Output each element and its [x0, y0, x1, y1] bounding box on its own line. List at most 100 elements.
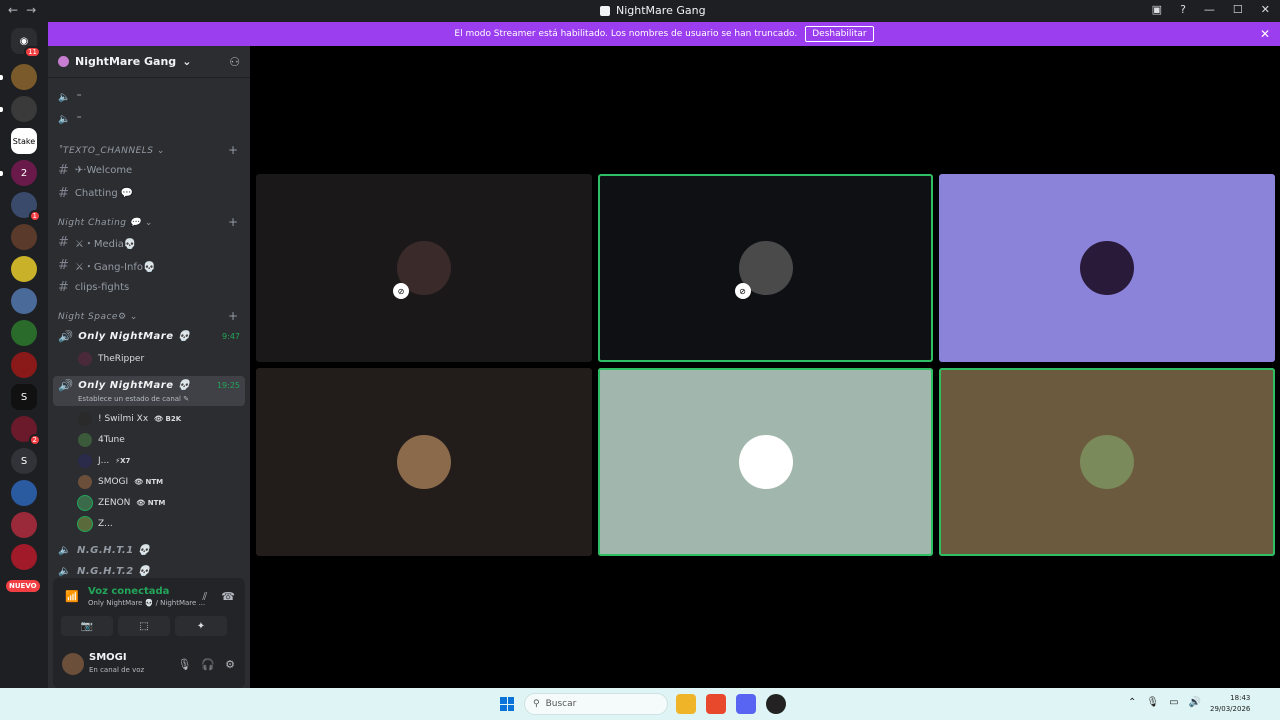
server-icon[interactable]	[11, 352, 37, 378]
chevron-up-icon[interactable]: ⌃	[1128, 697, 1136, 708]
voice-channel[interactable]: 🔈 N.G.H.T.2 💀	[58, 566, 151, 577]
screen-share-button[interactable]: ⬚	[118, 616, 170, 636]
avatar[interactable]	[62, 653, 84, 675]
headphones-icon[interactable]: 🎧	[201, 658, 215, 671]
voice-member[interactable]: 4Tune	[78, 433, 125, 447]
member-tag: ⚡X7	[115, 457, 131, 465]
brave-browser-icon[interactable]	[706, 694, 726, 714]
participant-tile[interactable]: ⊘	[598, 174, 933, 362]
voice-channel[interactable]: 🔊 Only NightMare 💀	[58, 379, 190, 392]
voice-connected-channel[interactable]: Only NightMare 💀 / NightMare ...	[88, 599, 205, 607]
activities-button[interactable]: ✦	[175, 616, 227, 636]
member-tag: 👁 NTM	[136, 499, 166, 507]
guild-header[interactable]: NightMare Gang ⌄ ⚇	[48, 46, 250, 78]
home-badge: 11	[24, 46, 41, 58]
window-controls: ▣ ? — ☐ ✕	[1152, 3, 1270, 16]
disconnect-icon[interactable]: ☎	[221, 590, 235, 604]
server-icon[interactable]: 1	[11, 192, 41, 222]
nav-arrows[interactable]: ←→	[8, 3, 44, 17]
server-icon[interactable]: S	[11, 448, 37, 474]
close-icon[interactable]: ✕	[1261, 3, 1270, 16]
server-icon[interactable]	[11, 288, 37, 314]
channel-label: Only NightMare 💀	[78, 380, 191, 391]
taskbar-clock[interactable]: 18:43 29/03/2026	[1210, 693, 1250, 715]
add-channel-icon[interactable]: +	[228, 309, 238, 323]
text-channel[interactable]: # ⚔・Media💀	[58, 235, 136, 250]
banner-close-icon[interactable]: ✕	[1260, 27, 1270, 41]
noise-suppression-icon[interactable]: ⫽	[202, 590, 207, 604]
hash-icon: #	[58, 163, 69, 178]
speaker-icon: 🔈	[58, 114, 71, 125]
text-channel[interactable]: # ✈·Welcome	[58, 163, 132, 178]
forward-icon[interactable]: →	[26, 3, 44, 17]
taskbar-search[interactable]: ⚲ Buscar	[524, 693, 668, 715]
title-bar: ←→ NightMare Gang ▣ ? — ☐ ✕	[0, 0, 1280, 21]
disable-streamer-button[interactable]: Deshabilitar	[805, 26, 874, 42]
voice-channel[interactable]: 🔈 ⁼	[58, 114, 82, 125]
participant-tile[interactable]	[939, 368, 1275, 556]
minimize-icon[interactable]: —	[1204, 3, 1215, 16]
gear-icon[interactable]: ⚙	[225, 658, 235, 671]
voice-member[interactable]: TheRipper	[78, 352, 144, 366]
server-icon[interactable]	[0, 64, 37, 90]
network-icon[interactable]: ▭	[1169, 697, 1178, 708]
voice-member[interactable]: Z...	[78, 517, 113, 531]
microphone-icon[interactable]: 🎙	[177, 658, 191, 671]
server-icon[interactable]	[11, 320, 37, 346]
server-icon[interactable]	[11, 512, 37, 538]
voice-member[interactable]: ! Swilmi Xx 👁 B2K	[78, 412, 181, 426]
server-icon[interactable]	[11, 256, 37, 282]
voice-member[interactable]: SMOGI 👁 NTM	[78, 475, 163, 489]
voice-member[interactable]: J... ⚡X7	[78, 454, 130, 468]
windows-start-icon[interactable]	[500, 697, 514, 711]
maximize-icon[interactable]: ☐	[1233, 3, 1243, 16]
server-icon[interactable]	[11, 224, 37, 250]
channel-label: N.G.H.T.1 💀	[76, 545, 151, 556]
file-explorer-icon[interactable]	[676, 694, 696, 714]
text-channel[interactable]: # ⚔・Gang-Info💀	[58, 258, 155, 273]
app-taskbar-icon[interactable]	[766, 694, 786, 714]
discord-taskbar-icon[interactable]	[736, 694, 756, 714]
invite-icon[interactable]: ⚇	[229, 55, 240, 69]
voice-channel[interactable]: 🔈 N.G.H.T.1 💀	[58, 545, 151, 556]
inbox-icon[interactable]: ▣	[1152, 3, 1162, 16]
hash-icon: #	[58, 186, 69, 201]
camera-icon: 📷	[80, 620, 94, 632]
back-icon[interactable]: ←	[8, 3, 26, 17]
server-badge: 2	[28, 434, 41, 446]
category-header[interactable]: Night Space⚙ ⌄	[58, 312, 138, 322]
server-icon[interactable]	[11, 480, 37, 506]
category-header[interactable]: ˚TEXTO_CHANNELS ⌄	[58, 146, 165, 156]
participant-tile[interactable]	[939, 174, 1275, 362]
server-icon[interactable]: 2	[0, 160, 37, 186]
channel-label: clips-fights	[74, 282, 130, 293]
voice-connected-label[interactable]: Voz conectada	[88, 586, 169, 597]
participant-tile[interactable]	[256, 368, 592, 556]
microphone-icon[interactable]: 🎙	[1146, 697, 1159, 708]
category-header[interactable]: Night Chating 💬 ⌄	[58, 218, 153, 228]
text-channel[interactable]: # clips-fights	[58, 280, 129, 295]
home-button[interactable]: ◉ 11	[11, 28, 41, 58]
help-icon[interactable]: ?	[1180, 3, 1186, 16]
voice-channel[interactable]: 🔊 Only NightMare 💀	[58, 330, 190, 343]
camera-button[interactable]: 📷	[61, 616, 113, 636]
server-icon[interactable]: 2	[11, 416, 41, 446]
participant-tile[interactable]	[598, 368, 933, 556]
server-icon[interactable]: S	[11, 384, 37, 410]
server-icon[interactable]	[11, 544, 37, 570]
server-rail: ◉ 11 Stake 2 1 S 2 S NUEVO	[0, 22, 48, 688]
text-channel[interactable]: # Chatting 💬	[58, 186, 133, 201]
server-logo-icon	[600, 5, 610, 16]
participant-tile[interactable]: ⊘	[256, 174, 592, 362]
voice-channel[interactable]: 🔈 ⁼	[58, 92, 82, 103]
add-channel-icon[interactable]: +	[228, 143, 238, 157]
add-channel-icon[interactable]: +	[228, 215, 238, 229]
volume-icon[interactable]: 🔊	[1189, 697, 1201, 708]
channel-status[interactable]: Establece un estado de canal ✎	[78, 395, 189, 403]
voice-actions: ⫽ ☎	[202, 590, 235, 604]
signal-icon[interactable]: 📶	[65, 590, 79, 603]
server-icon[interactable]: Stake	[11, 128, 37, 154]
voice-member[interactable]: ZENON 👁 NTM	[78, 496, 165, 510]
server-icon[interactable]	[0, 96, 37, 122]
speaker-icon: 🔈	[58, 545, 71, 556]
